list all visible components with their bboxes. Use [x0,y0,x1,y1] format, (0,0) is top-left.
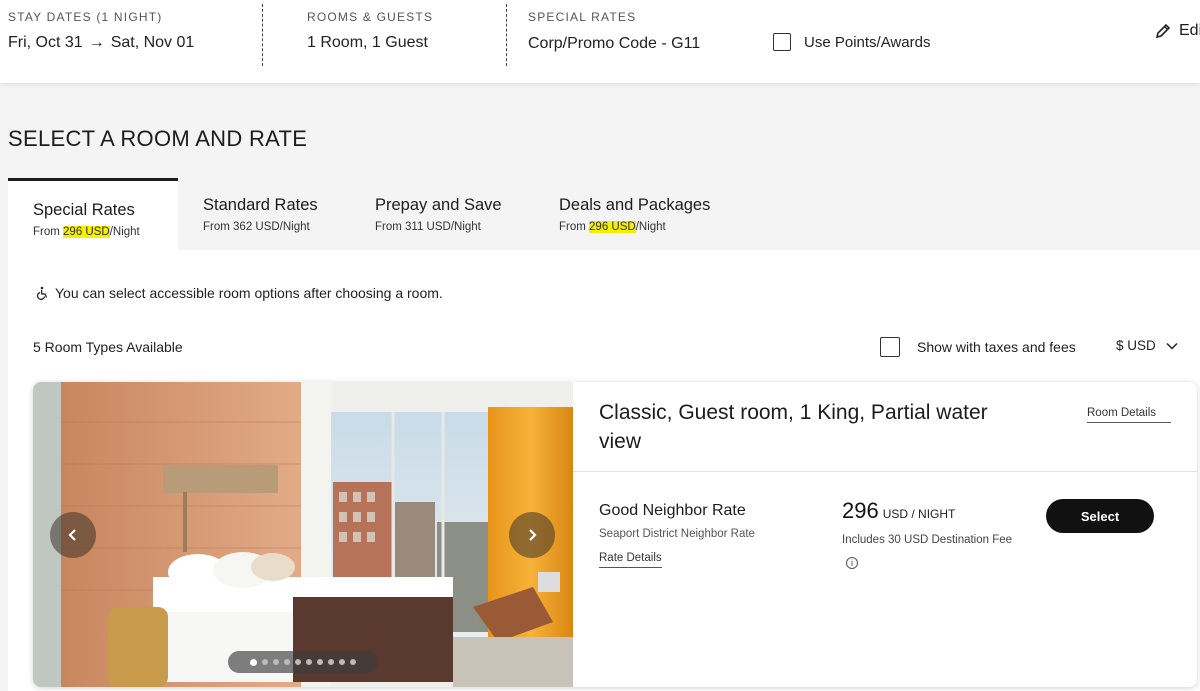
currency-select[interactable]: $ USD [1116,338,1178,353]
price-note: Includes 30 USD Destination Fee i [842,529,1022,573]
use-points-label: Use Points/Awards [804,33,931,51]
chevron-left-icon [68,529,76,541]
nightly-price: 296 USD / NIGHT [842,498,955,524]
search-summary-bar: STAY DATES (1 NIGHT) Fri, Oct 31 → Sat, No… [0,0,1200,83]
taxes-label: Show with taxes and fees [917,339,1076,355]
tab-standard-rates[interactable]: Standard Rates From 362 USD/Night [178,178,343,250]
price-unit: USD / NIGHT [882,507,956,521]
rate-tabs: Special Rates From 296 USD/Night Standar… [8,178,1200,250]
rooms-guests-value: 1 Room, 1 Guest [307,34,428,51]
pagination-dot[interactable] [273,659,279,665]
price-note-text: Includes 30 USD Destination Fee [842,534,1013,546]
info-icon[interactable]: i [846,557,858,569]
divider [506,4,507,66]
accessible-note-text: You can select accessible room options a… [55,285,443,301]
pagination-dot[interactable] [250,658,257,666]
page-title: SELECT A ROOM AND RATE [8,126,308,151]
chevron-down-icon [1166,342,1178,350]
price-amount: 296 [842,498,879,523]
rate-name: Good Neighbor Rate [599,502,746,519]
stay-dates-section[interactable]: STAY DATES (1 NIGHT) Fri, Oct 31 → Sat, No… [8,10,194,52]
arrow-right-icon: → [88,34,105,51]
tab-price: From 296 USD/Night [33,226,140,238]
room-image [33,382,573,687]
chevron-right-icon [529,529,537,541]
edit-label: Edit [1179,22,1200,39]
stay-dates-label: STAY DATES (1 NIGHT) [8,10,163,24]
next-photo-button[interactable] [509,512,555,558]
rate-description: Seaport District Neighbor Rate [599,528,755,540]
pagination-dot[interactable] [317,659,323,665]
tab-deals-and-packages[interactable]: Deals and Packages From 296 USD/Night [534,178,735,250]
special-rates-section[interactable]: SPECIAL RATES Corp/Promo Code - G11 [528,10,700,53]
tab-name: Prepay and Save [375,196,502,214]
price-highlight: 296 USD [589,221,636,233]
pagination-dot[interactable] [350,659,356,665]
tab-price: From 311 USD/Night [375,221,481,233]
pencil-icon [1155,23,1171,39]
tab-name: Deals and Packages [559,196,711,214]
stay-dates-value: Fri, Oct 31 → Sat, Nov 01 [8,34,194,52]
pagination-dot[interactable] [339,659,345,665]
tab-price: From 296 USD/Night [559,221,666,233]
taxes-toggle[interactable]: Show with taxes and fees [880,337,1076,357]
room-details-link[interactable]: Room Details [1087,407,1171,423]
rooms-guests-section[interactable]: ROOMS & GUESTS 1 Room, 1 Guest [307,10,433,52]
select-button[interactable]: Select [1046,499,1154,533]
pagination-dot[interactable] [306,659,312,665]
pagination-dot[interactable] [295,659,301,665]
currency-value: $ USD [1116,338,1156,353]
room-title: Classic, Guest room, 1 King, Partial wat… [599,401,988,453]
room-photo [33,382,573,687]
rate-details-link[interactable]: Rate Details [599,552,662,568]
edit-button[interactable]: Edit [1155,22,1200,40]
use-points-checkbox[interactable] [773,33,791,51]
divider [573,471,1197,472]
wheelchair-icon [36,286,48,300]
tab-price: From 362 USD/Night [203,221,310,233]
taxes-checkbox[interactable] [880,337,900,357]
check-out-date: Sat, Nov 01 [110,34,195,51]
accessible-note: You can select accessible room options a… [35,285,443,301]
pagination-dot[interactable] [328,659,334,665]
room-card: Classic, Guest room, 1 King, Partial wat… [33,382,1197,687]
special-rates-value: Corp/Promo Code - G11 [528,35,701,52]
tab-name: Special Rates [33,201,135,219]
pagination-dot[interactable] [284,659,290,665]
divider [262,4,263,66]
tab-name: Standard Rates [203,196,318,214]
room-types-count: 5 Room Types Available [33,339,183,355]
rooms-guests-label: ROOMS & GUESTS [307,10,434,24]
tab-special-rates[interactable]: Special Rates From 296 USD/Night [8,178,178,250]
photo-pagination [228,651,378,673]
pagination-dot[interactable] [262,659,268,665]
check-in-date: Fri, Oct 31 [8,34,83,51]
tab-prepay-and-save[interactable]: Prepay and Save From 311 USD/Night [350,178,527,250]
special-rates-label: SPECIAL RATES [528,10,637,24]
use-points-toggle[interactable]: Use Points/Awards [773,33,930,51]
price-highlight: 296 USD [63,226,110,238]
previous-photo-button[interactable] [50,512,96,558]
